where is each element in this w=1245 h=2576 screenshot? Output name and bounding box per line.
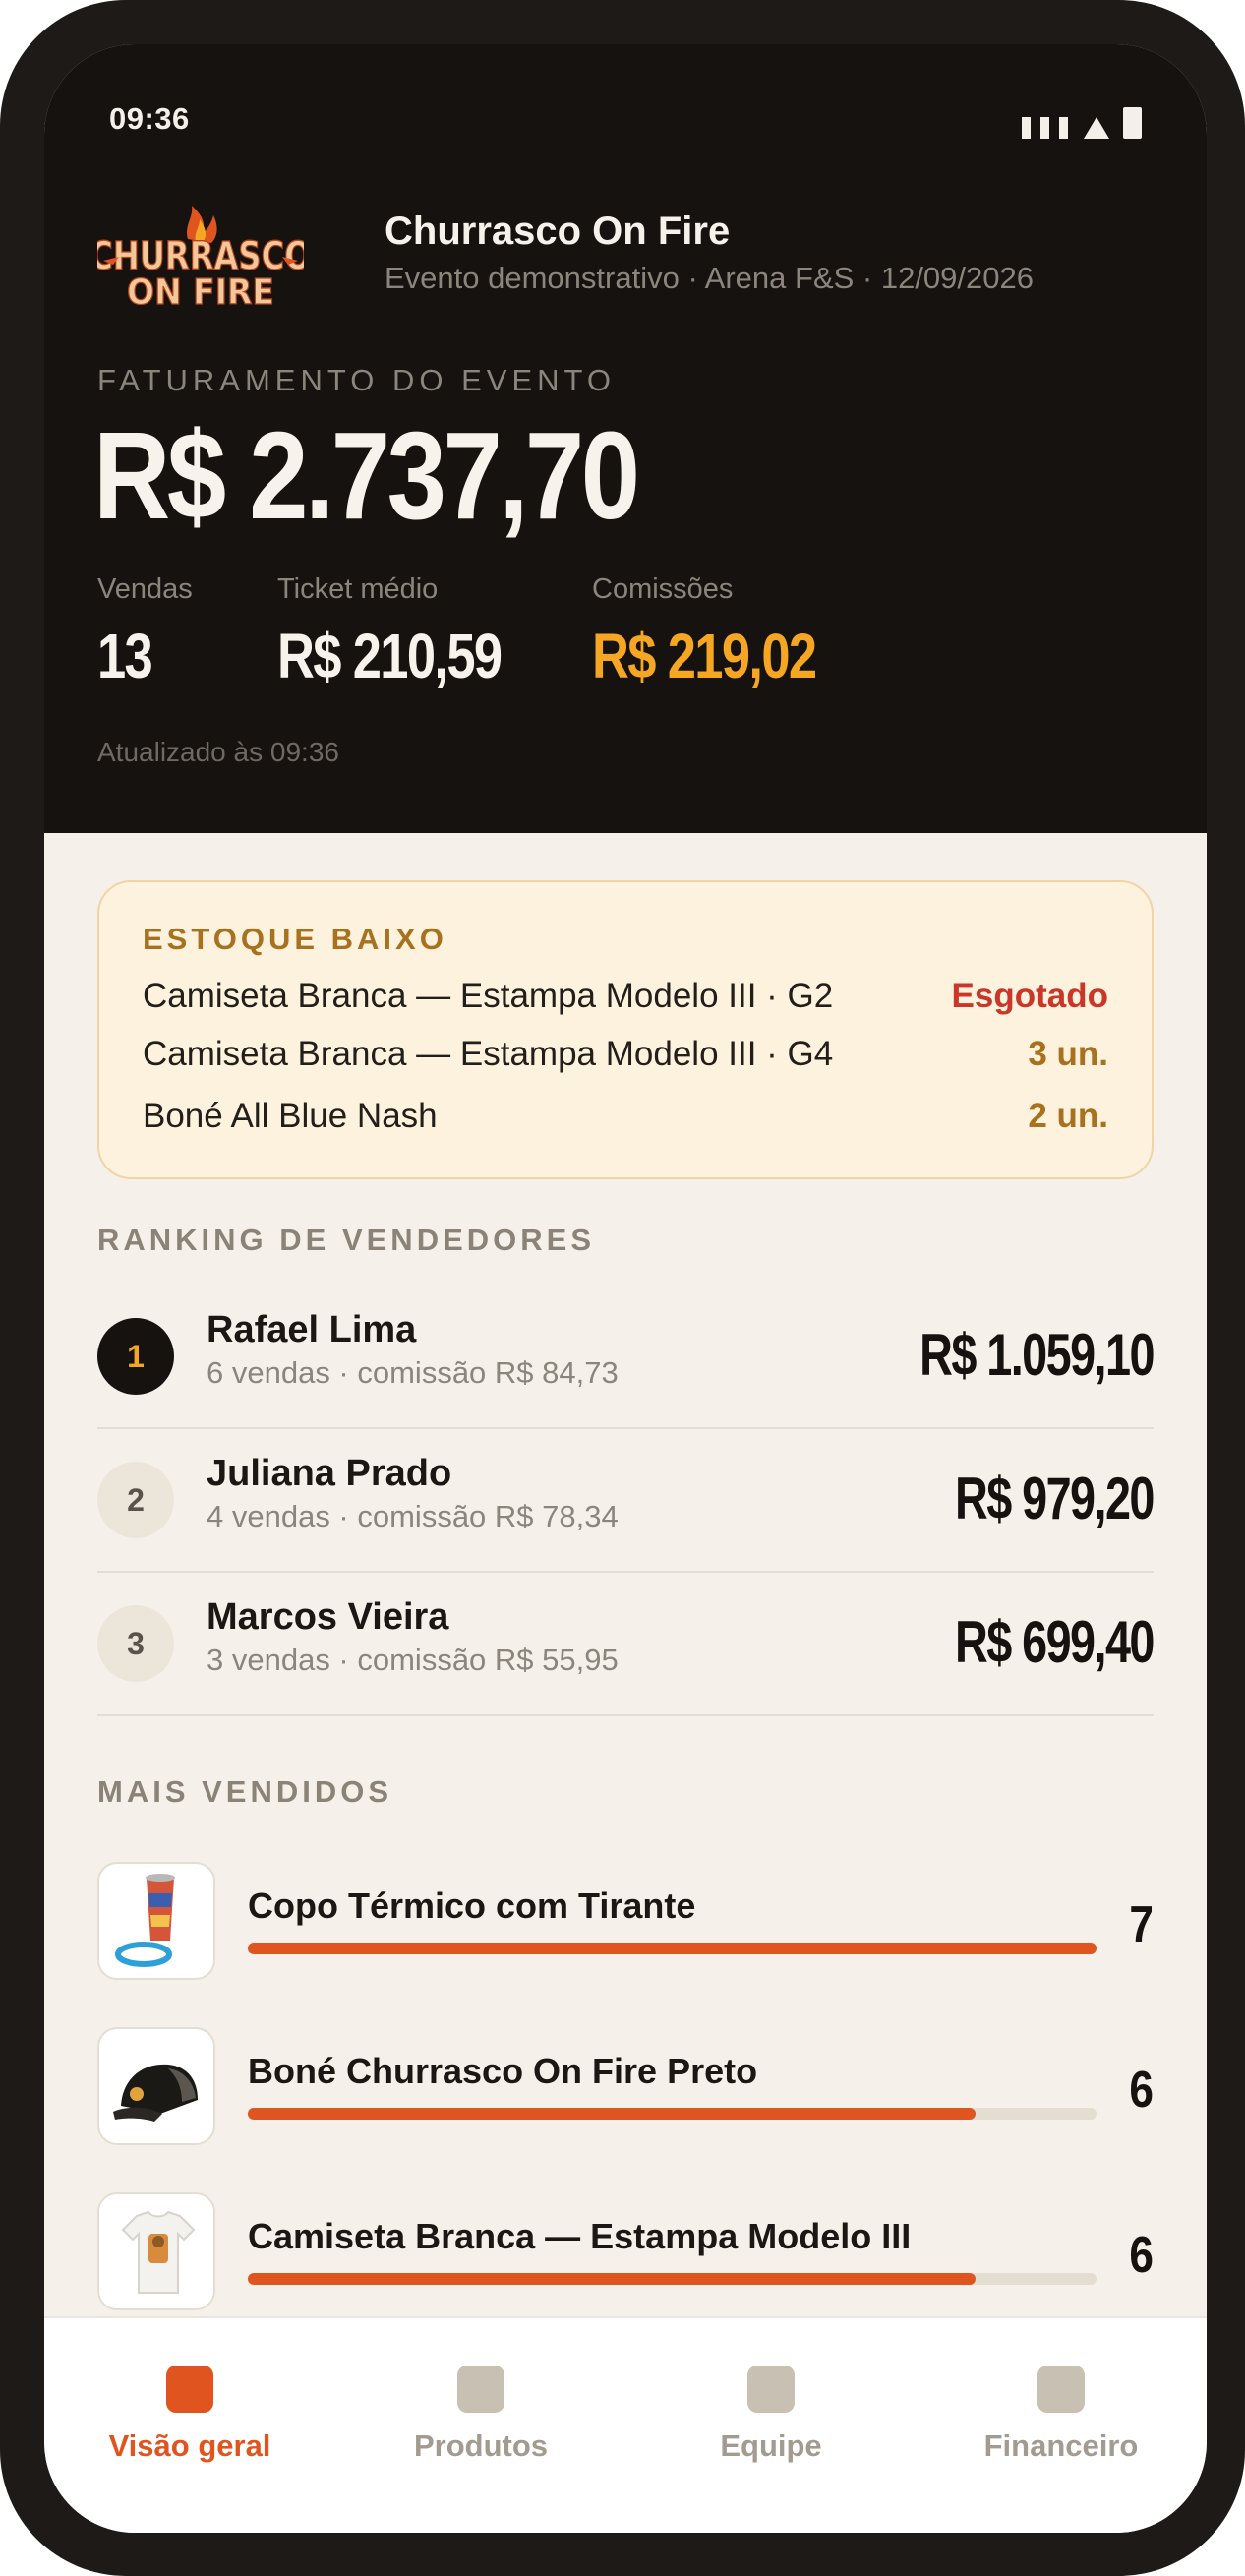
stock-item-qty: 2 un.: [1028, 1097, 1108, 1135]
seller-name: Marcos Vieira: [207, 1596, 449, 1638]
low-stock-title: ESTOQUE BAIXO: [143, 922, 447, 956]
white-tshirt-image: [121, 2210, 196, 2294]
revenue-value: R$ 2.737,70: [93, 406, 640, 545]
sales-bar-track: [248, 2108, 1097, 2120]
seller-row[interactable]: 1 Rafael Lima 6 vendas · comissão R$ 84,…: [97, 1286, 1156, 1429]
seller-name: Juliana Prado: [207, 1453, 452, 1494]
product-thumbnail: [97, 1862, 215, 1980]
product-thumbnail: [97, 2192, 215, 2310]
signal-icon: [1040, 117, 1049, 139]
ranking-title: RANKING DE VENDEDORES: [97, 1223, 595, 1257]
tab-label: Equipe: [720, 2428, 822, 2463]
sales-bar-track: [248, 1943, 1097, 1954]
seller-detail: 4 vendas · comissão R$ 78,34: [207, 1499, 619, 1533]
stock-item-name: Camiseta Branca — Estampa Modelo III · G…: [143, 977, 834, 1015]
sales-bar-fill: [248, 1943, 1097, 1954]
finance-icon: [1038, 2366, 1085, 2413]
tab-label: Produtos: [413, 2428, 549, 2463]
tab-finance[interactable]: Financeiro: [916, 2318, 1207, 2515]
rank-badge: 2: [97, 1462, 174, 1538]
sales-bar-fill: [248, 2108, 976, 2120]
products-icon: [457, 2366, 504, 2413]
product-name: Boné Churrasco On Fire Preto: [248, 2051, 758, 2091]
tab-team[interactable]: Equipe: [625, 2318, 917, 2515]
kpi-value: R$ 219,02: [592, 621, 817, 691]
seller-row[interactable]: 3 Marcos Vieira 3 vendas · comissão R$ 5…: [97, 1573, 1156, 1716]
seller-name: Rafael Lima: [207, 1309, 417, 1350]
kpi-label: Comissões: [592, 573, 734, 605]
signal-icon: [1059, 117, 1068, 139]
product-thumbnail: [97, 2027, 215, 2145]
bottom-tab-bar: Visão geral Produtos Equipe Financeiro: [44, 2316, 1207, 2533]
stock-item-qty: 3 un.: [1028, 1035, 1108, 1073]
kpi-value: R$ 210,59: [277, 621, 503, 691]
event-subtitle: Evento demonstrativo · Arena F&S · 12/09…: [385, 261, 1034, 295]
tab-overview[interactable]: Visão geral: [44, 2318, 335, 2515]
sales-bar-fill: [248, 2273, 976, 2285]
summary-header: 09:36 CHURRASCO ON FIRE Churrasco On Fir…: [44, 44, 1207, 833]
low-stock-item[interactable]: Boné All Blue Nash 2 un.: [143, 1097, 1108, 1140]
kpi-value: 13: [97, 621, 153, 691]
kpi-label: Ticket médio: [277, 573, 439, 605]
seller-total: R$ 1.059,10: [919, 1322, 1155, 1388]
event-header: CHURRASCO ON FIRE Churrasco On Fire Even…: [97, 200, 1159, 318]
logo-text-bottom: ON FIRE: [127, 272, 274, 314]
black-cap-image: [113, 2064, 198, 2122]
signal-icon: [1022, 117, 1031, 139]
product-row[interactable]: Copo Térmico com Tirante 7: [97, 1862, 1154, 1980]
seller-row[interactable]: 2 Juliana Prado 4 vendas · comissão R$ 7…: [97, 1429, 1156, 1573]
product-row[interactable]: Camiseta Branca — Estampa Modelo III 6: [97, 2192, 1154, 2310]
stock-item-qty: Esgotado: [951, 977, 1108, 1015]
rank-badge: 1: [97, 1318, 174, 1395]
seller-detail: 3 vendas · comissão R$ 55,95: [207, 1643, 619, 1677]
thermal-cup-image: [115, 1874, 175, 1967]
low-stock-card[interactable]: ESTOQUE BAIXO Camiseta Branca — Estampa …: [97, 880, 1154, 1179]
sales-bar-track: [248, 2273, 1097, 2285]
product-row[interactable]: Boné Churrasco On Fire Preto 6: [97, 2027, 1154, 2145]
kpi-sales: Vendas 13: [97, 573, 193, 692]
product-name: Copo Térmico com Tirante: [248, 1886, 696, 1926]
seller-total: R$ 979,20: [955, 1466, 1155, 1531]
system-icons: [1022, 107, 1142, 139]
stock-item-name: Boné All Blue Nash: [143, 1097, 438, 1135]
overview-icon: [166, 2366, 213, 2413]
low-stock-item[interactable]: Camiseta Branca — Estampa Modelo III · G…: [143, 1035, 1108, 1078]
tab-label: Financeiro: [983, 2428, 1139, 2463]
phone-frame: 09:36 CHURRASCO ON FIRE Churrasco On Fir…: [0, 0, 1245, 2576]
battery-icon: [1123, 107, 1142, 139]
seller-total: R$ 699,40: [955, 1609, 1155, 1675]
status-bar: 09:36: [109, 101, 1142, 147]
event-title: Churrasco On Fire: [385, 210, 731, 253]
kpi-commissions: Comissões R$ 219,02: [592, 573, 864, 692]
status-clock: 09:36: [109, 101, 190, 136]
churrasco-on-fire-logo: CHURRASCO ON FIRE: [97, 206, 304, 314]
kpi-label: Vendas: [97, 573, 193, 605]
tab-label: Visão geral: [108, 2428, 271, 2463]
rank-badge: 3: [97, 1605, 174, 1682]
team-icon: [747, 2366, 795, 2413]
last-updated: Atualizado às 09:36: [97, 737, 339, 767]
best-sellers-title: MAIS VENDIDOS: [97, 1774, 393, 1809]
app-screen: 09:36 CHURRASCO ON FIRE Churrasco On Fir…: [44, 44, 1207, 2533]
product-name: Camiseta Branca — Estampa Modelo III: [248, 2216, 912, 2256]
tab-products[interactable]: Produtos: [335, 2318, 626, 2515]
stock-item-name: Camiseta Branca — Estampa Modelo III · G…: [143, 1035, 834, 1073]
product-count: 6: [1129, 2062, 1154, 2119]
product-count: 7: [1129, 1896, 1154, 1953]
wifi-icon: [1084, 117, 1109, 139]
seller-detail: 6 vendas · comissão R$ 84,73: [207, 1355, 619, 1390]
product-count: 6: [1129, 2227, 1154, 2284]
revenue-label: FATURAMENTO DO EVENTO: [97, 363, 616, 397]
kpi-avg-ticket: Ticket médio R$ 210,59: [277, 573, 550, 692]
low-stock-item[interactable]: Camiseta Branca — Estampa Modelo III · G…: [143, 977, 1108, 1020]
